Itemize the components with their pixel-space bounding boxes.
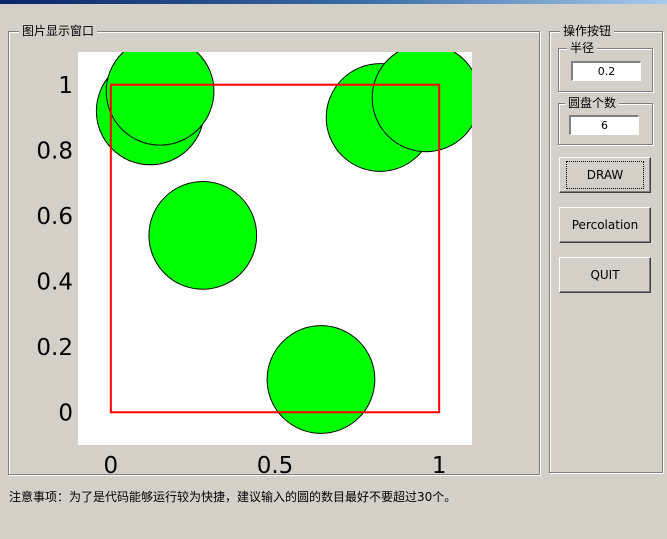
y-tick-label: 0: [58, 400, 73, 426]
y-tick-label: 0.4: [36, 269, 73, 295]
quit-button-label: QUIT: [590, 268, 620, 282]
usage-note: 注意事项：为了是代码能够运行较为快捷，建议输入的圆的数目最好不要超过30个。: [9, 490, 457, 504]
radius-input[interactable]: [571, 61, 641, 81]
draw-button-label: DRAW: [565, 161, 645, 189]
percolation-button[interactable]: Percolation: [559, 207, 651, 243]
radius-label: 半径: [567, 40, 598, 56]
disk-2: [105, 52, 215, 146]
quit-button[interactable]: QUIT: [559, 257, 651, 293]
disk-6: [266, 325, 376, 434]
disk-count-input[interactable]: [569, 115, 639, 135]
disk-count-label: 圆盘个数: [565, 95, 620, 111]
y-tick-label: 1: [58, 73, 73, 99]
x-tick-label: 1: [432, 453, 447, 479]
x-tick-label: 0.5: [257, 453, 294, 479]
disk-3: [148, 181, 258, 290]
percolation-button-label: Percolation: [571, 218, 639, 232]
x-axis: 0 0.5 1: [104, 453, 447, 479]
y-tick-label: 0.6: [36, 204, 73, 230]
draw-button[interactable]: DRAW: [559, 157, 651, 193]
operation-buttons-title: 操作按钮: [560, 23, 615, 39]
y-tick-label: 0.2: [36, 335, 73, 361]
x-tick-label: 0: [104, 453, 119, 479]
y-axis: 0 0.2 0.4 0.6 0.8 1: [36, 73, 73, 427]
y-tick-label: 0.8: [36, 138, 73, 164]
disk-5: [371, 52, 472, 153]
